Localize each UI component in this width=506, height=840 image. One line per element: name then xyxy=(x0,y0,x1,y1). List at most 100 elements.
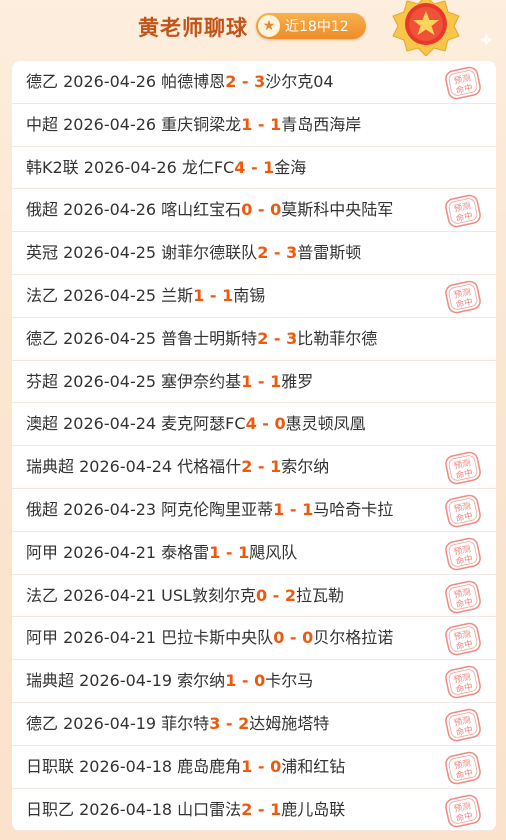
date: 2026-04-21 xyxy=(63,542,162,562)
home-team: 塞伊奈约基 xyxy=(161,371,242,391)
away-team: 卡尔马 xyxy=(265,671,314,691)
score-separator: - xyxy=(256,414,275,434)
away-team: 鹿儿岛联 xyxy=(281,799,346,819)
match-text: 德乙 2026-04-19 菲尔特3 - 2达姆施塔特 xyxy=(26,703,329,745)
league: 俄超 xyxy=(26,500,64,519)
prediction-hit-stamp-icon: 预测命中 xyxy=(445,537,481,571)
home-team: 泰格雷 xyxy=(161,542,210,562)
away-score: 3 xyxy=(286,328,298,348)
match-text: 英冠 2026-04-25 谢菲尔德联队2 - 3普雷斯顿 xyxy=(26,232,361,274)
date: 2026-04-26 xyxy=(63,72,162,91)
league: 日职联 xyxy=(26,756,80,776)
page-title: 黄老师聊球 xyxy=(138,16,248,40)
league: 俄超 xyxy=(26,200,64,220)
away-score: 1 xyxy=(238,542,250,562)
away-team: 拉瓦勒 xyxy=(296,585,345,605)
home-score: 4 xyxy=(234,157,246,177)
away-team: 沙尔克04 xyxy=(265,72,334,91)
match-row[interactable]: 瑞典超 2026-04-19 索尔纳1 - 0卡尔马 预测 命中 xyxy=(12,660,496,703)
date: 2026-04-23 xyxy=(63,500,162,519)
match-row[interactable]: 阿甲 2026-04-21 泰格雷1 - 1飓风队 预测 命中 xyxy=(12,532,496,575)
home-team: 代格福什 xyxy=(177,457,242,477)
match-text: 德乙 2026-04-26 帕德博恩2 - 3沙尔克04 xyxy=(26,61,334,103)
match-row[interactable]: 阿甲 2026-04-21 巴拉卡斯中央队0 - 0贝尔格拉诺 预测 命中 xyxy=(12,617,496,661)
away-score: 1 xyxy=(270,371,282,391)
prediction-hit-stamp-icon: 预测命中 xyxy=(445,708,481,742)
away-score: 1 xyxy=(270,457,282,477)
match-row[interactable]: 中超 2026-04-26 重庆铜梁龙1 - 1青岛西海岸 xyxy=(12,104,496,147)
match-row[interactable]: 英冠 2026-04-25 谢菲尔德联队2 - 3普雷斯顿 xyxy=(12,232,496,275)
match-row[interactable]: 德乙 2026-04-25 普鲁士明斯特2 - 3比勒菲尔德 xyxy=(12,318,496,361)
match-text: 芬超 2026-04-25 塞伊奈约基1 - 1雅罗 xyxy=(26,361,313,403)
away-score: 2 xyxy=(284,585,297,605)
home-team: 山口雷法 xyxy=(177,799,242,819)
sparkle-icon: ✦ xyxy=(478,28,495,52)
score-separator: - xyxy=(220,714,239,733)
home-score: 3 xyxy=(209,714,221,733)
score-separator: - xyxy=(267,585,285,605)
date: 2026-04-25 xyxy=(63,371,162,391)
home-score: 0 xyxy=(273,628,285,648)
away-team: 普雷斯顿 xyxy=(297,243,362,263)
score-separator: - xyxy=(268,328,287,348)
match-text: 日职联 2026-04-18 鹿岛鹿角1 - 0浦和红钻 xyxy=(26,746,345,788)
home-score: 2 xyxy=(241,457,253,477)
match-list: 德乙 2026-04-26 帕德博恩2 - 3沙尔克04 预测 命中 中超 2026-… xyxy=(12,61,496,831)
home-team: 喀山红宝石 xyxy=(161,200,242,220)
league: 法乙 xyxy=(26,585,64,605)
match-text: 法乙 2026-04-21 USL敦刻尔克0 - 2拉瓦勒 xyxy=(26,575,344,617)
match-row[interactable]: 俄超 2026-04-23 阿克伦陶里亚蒂1 - 1马哈奇卡拉 预测 命中 xyxy=(12,489,496,532)
league: 韩K2联 xyxy=(26,157,84,177)
home-score: 1 xyxy=(241,756,253,776)
match-row[interactable]: 瑞典超 2026-04-24 代格福什2 - 1索尔纳 预测 命中 xyxy=(12,446,496,489)
league: 阿甲 xyxy=(26,542,64,562)
home-team: 龙仁FC xyxy=(181,157,235,177)
away-team: 惠灵顿凤凰 xyxy=(285,414,366,434)
away-team: 浦和红钻 xyxy=(281,756,346,776)
away-team: 马哈奇卡拉 xyxy=(313,500,394,519)
prediction-hit-stamp-icon: 预测命中 xyxy=(445,66,481,100)
score-separator: - xyxy=(236,671,255,691)
prediction-hit-stamp-icon: 预测命中 xyxy=(445,751,481,785)
home-team: 阿克伦陶里亚蒂 xyxy=(161,500,274,519)
score-separator: - xyxy=(268,243,287,263)
home-score: 0 xyxy=(241,200,253,220)
home-team: 重庆铜梁龙 xyxy=(161,114,242,134)
match-text: 阿甲 2026-04-21 巴拉卡斯中央队0 - 0贝尔格拉诺 xyxy=(26,617,393,659)
prediction-hit-stamp-icon: 预测命中 xyxy=(445,794,481,827)
home-score: 2 xyxy=(257,243,269,263)
star-icon: ★ xyxy=(258,15,280,37)
home-team: 菲尔特 xyxy=(161,714,210,733)
home-score: 2 xyxy=(225,72,237,91)
match-row[interactable]: 德乙 2026-04-19 菲尔特3 - 2达姆施塔特 预测 命中 xyxy=(12,703,496,746)
match-row[interactable]: 俄超 2026-04-26 喀山红宝石0 - 0莫斯科中央陆军 预测 命中 xyxy=(12,189,496,233)
away-team: 飓风队 xyxy=(249,542,298,562)
match-row[interactable]: 法乙 2026-04-25 兰斯1 - 1南锡 预测 命中 xyxy=(12,275,496,318)
home-score: 0 xyxy=(255,585,268,605)
league: 瑞典超 xyxy=(26,671,80,691)
away-team: 达姆施塔特 xyxy=(249,714,330,733)
match-row[interactable]: 德乙 2026-04-26 帕德博恩2 - 3沙尔克04 预测 命中 xyxy=(12,61,496,104)
match-row[interactable]: 韩K2联 2026-04-26 龙仁FC4 - 1金海 xyxy=(12,147,496,190)
away-score: 2 xyxy=(238,714,250,733)
score-separator: - xyxy=(252,371,271,391)
match-row[interactable]: 澳超 2026-04-24 麦克阿瑟FC4 - 0惠灵顿凤凰 xyxy=(12,403,496,447)
match-row[interactable]: 法乙 2026-04-21 USL敦刻尔克0 - 2拉瓦勒 预测 命中 xyxy=(12,575,496,618)
score-separator: - xyxy=(252,200,271,220)
date: 2026-04-25 xyxy=(63,243,162,263)
score-separator: - xyxy=(252,457,271,477)
home-score: 2 xyxy=(257,328,269,348)
prediction-hit-stamp-icon: 预测命中 xyxy=(445,494,481,528)
home-score: 1 xyxy=(225,671,237,691)
header: 黄老师聊球 ★ 近18中12 ✦ xyxy=(0,0,506,60)
away-score: 3 xyxy=(254,72,266,91)
home-team: 帕德博恩 xyxy=(161,72,226,91)
match-row[interactable]: 日职联 2026-04-18 鹿岛鹿角1 - 0浦和红钻 预测 命中 xyxy=(12,746,496,789)
prediction-hit-stamp-icon: 预测命中 xyxy=(445,195,481,228)
date: 2026-04-26 xyxy=(63,114,162,134)
match-row[interactable]: 日职乙 2026-04-18 山口雷法2 - 1鹿儿岛联 预测 命中 xyxy=(12,789,496,831)
prediction-hit-stamp-icon: 预测命中 xyxy=(445,451,481,485)
score-separator: - xyxy=(204,286,223,305)
match-row[interactable]: 芬超 2026-04-25 塞伊奈约基1 - 1雅罗 xyxy=(12,361,496,404)
date: 2026-04-25 xyxy=(63,286,162,305)
